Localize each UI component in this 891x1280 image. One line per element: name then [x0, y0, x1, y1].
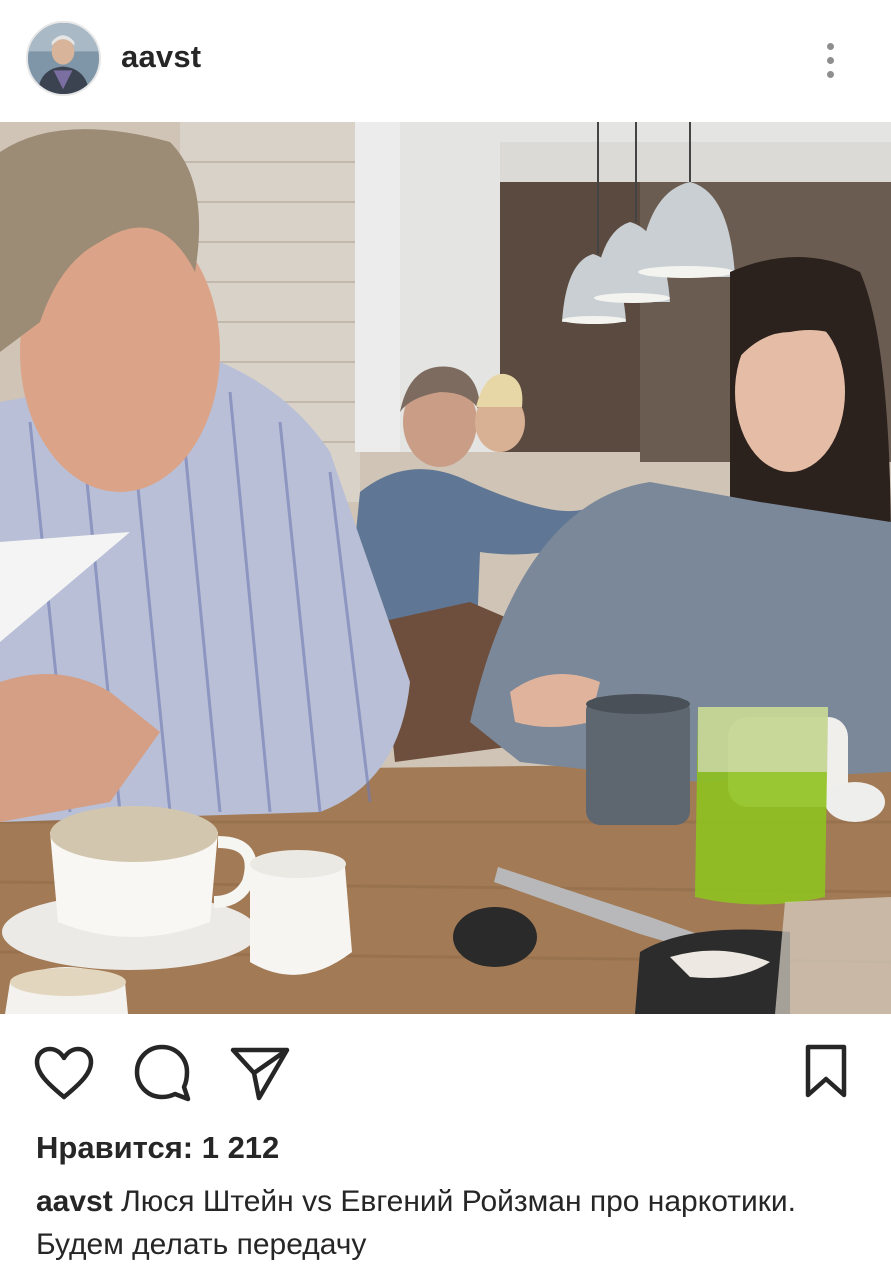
comment-bubble-icon [134, 1044, 191, 1102]
more-options-button[interactable] [812, 34, 848, 86]
user-avatar[interactable] [26, 21, 101, 96]
paper-plane-icon [230, 1047, 290, 1101]
more-vertical-icon-dot [826, 70, 834, 78]
instagram-post: aavst Нравится: 1 212 aavst Люся Штейн v… [0, 0, 891, 1280]
bookmark-icon [805, 1044, 847, 1098]
share-button[interactable] [228, 1041, 292, 1105]
post-header: aavst [0, 0, 891, 122]
post-photo[interactable] [0, 122, 891, 1014]
like-button[interactable] [32, 1041, 96, 1105]
caption-text: Люся Штейн vs Евгений Ройзман про наркот… [36, 1185, 796, 1261]
more-vertical-icon [826, 42, 834, 50]
caption-username[interactable]: aavst [36, 1185, 113, 1218]
photo-image [0, 122, 891, 1014]
heart-icon [34, 1046, 94, 1100]
post-username[interactable]: aavst [121, 39, 201, 75]
post-actions [0, 1014, 891, 1124]
save-button[interactable] [794, 1039, 858, 1103]
avatar-image [28, 23, 99, 94]
comment-button[interactable] [130, 1041, 194, 1105]
post-caption: aavst Люся Штейн vs Евгений Ройзман про … [36, 1180, 866, 1266]
likes-count[interactable]: Нравится: 1 212 [36, 1130, 279, 1166]
more-vertical-icon-dot [826, 56, 834, 64]
